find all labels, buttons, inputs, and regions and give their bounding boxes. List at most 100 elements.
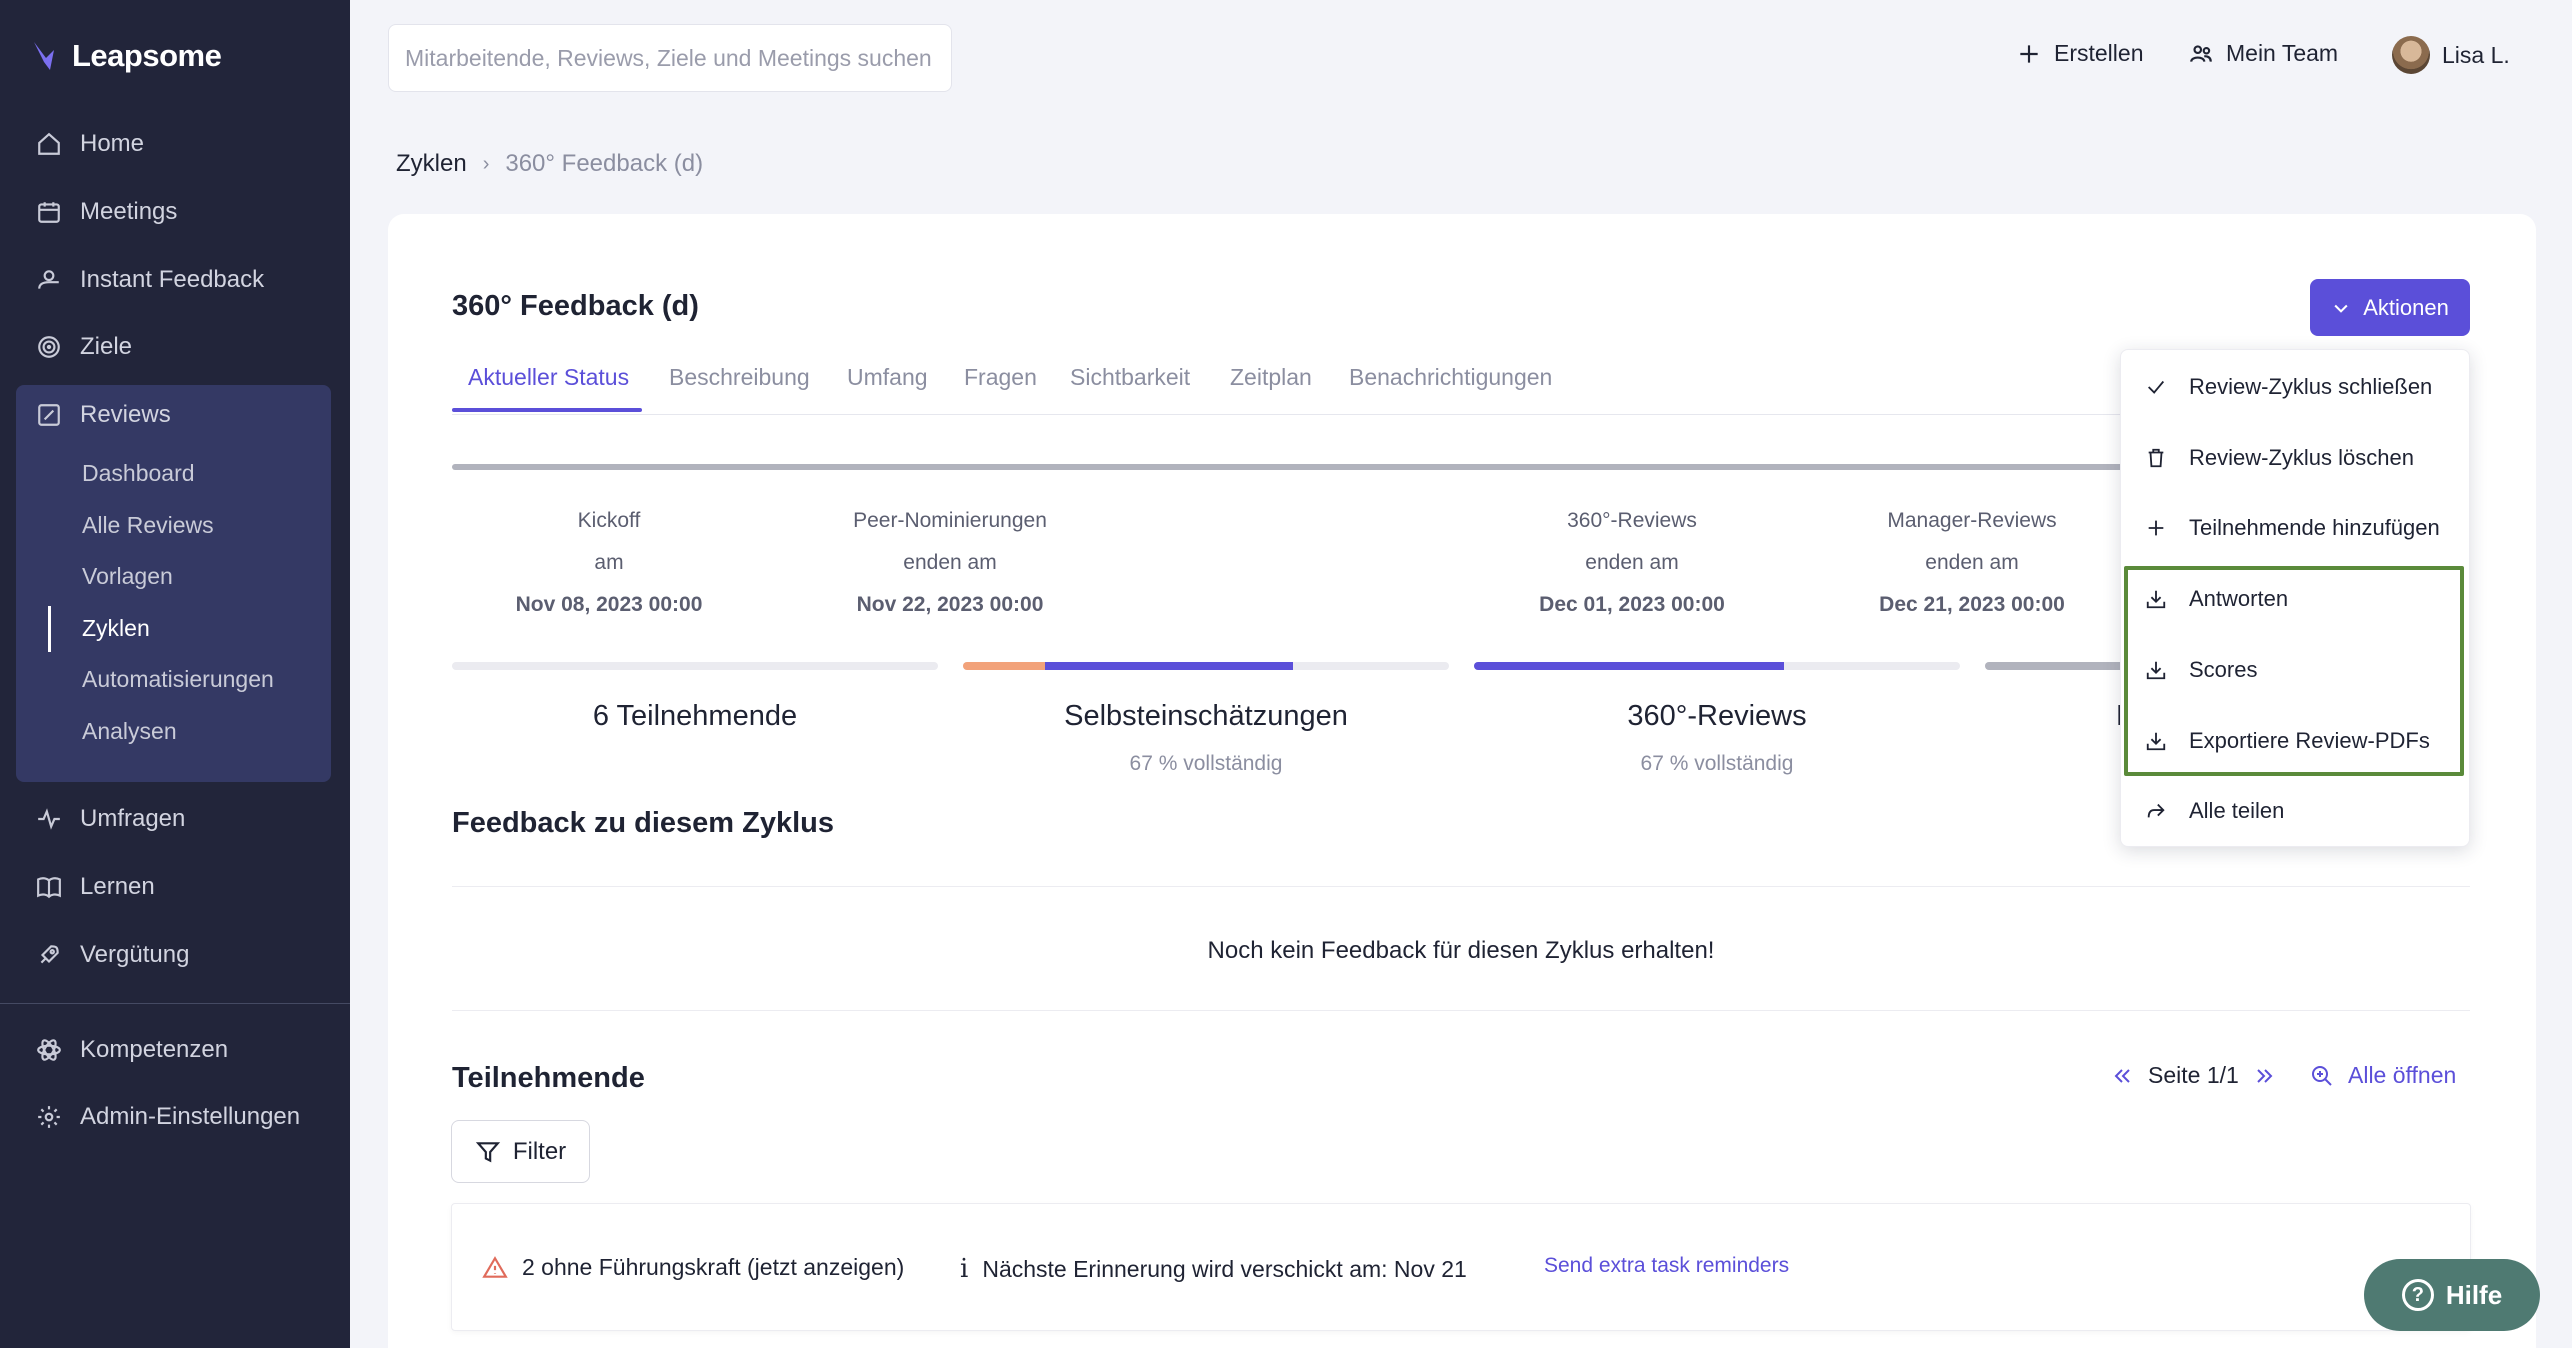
filter-icon	[475, 1141, 500, 1162]
tab-beschreibung[interactable]: Beschreibung	[669, 364, 810, 391]
sidebar-item-lernen[interactable]: Lernen	[36, 873, 155, 901]
milestone-kickoff: Kickoff am Nov 08, 2023 00:00	[515, 509, 703, 616]
timeline-bar	[452, 464, 2132, 470]
question-icon: ?	[2401, 1279, 2434, 1311]
target-icon	[38, 336, 60, 358]
first-page-icon[interactable]	[2110, 1064, 2134, 1088]
tab-umfang[interactable]: Umfang	[847, 364, 928, 391]
sidebar-sub-automatisierungen[interactable]: Automatisierungen	[82, 666, 274, 693]
sidebar-sub-analysen[interactable]: Analysen	[82, 718, 177, 745]
share-icon	[2147, 803, 2165, 818]
tab-aktueller-status[interactable]: Aktueller Status	[468, 364, 629, 391]
home-icon	[38, 132, 60, 155]
divider	[452, 886, 2470, 887]
menu-item-share-all[interactable]: Alle teilen	[2145, 798, 2284, 824]
sidebar-item-ziele[interactable]: Ziele	[36, 333, 132, 361]
menu-item-delete-cycle[interactable]: Review-Zyklus löschen	[2145, 445, 2414, 471]
sidebar-sub-dashboard[interactable]: Dashboard	[82, 460, 195, 487]
calendar-icon	[38, 202, 60, 223]
progress-360-reviews	[1474, 662, 1960, 670]
progress-manager	[1985, 662, 2125, 670]
gear-icon	[38, 1106, 60, 1128]
last-page-icon[interactable]	[2253, 1064, 2277, 1088]
export-options-highlight	[2124, 566, 2464, 776]
user-menu[interactable]: Lisa L.	[2392, 36, 2510, 74]
info-icon: i	[960, 1254, 969, 1284]
sidebar-sub-zyklen[interactable]: Zyklen	[82, 615, 150, 642]
plus-icon	[2148, 520, 2164, 536]
leapsome-logo[interactable]: Leapsome	[32, 38, 222, 74]
help-button[interactable]: ? Hilfe	[2364, 1259, 2540, 1331]
team-icon	[2190, 44, 2212, 62]
sidebar-item-reviews[interactable]: Reviews	[36, 401, 171, 429]
stat-360-reviews-sub: 67 % vollständig	[1640, 752, 1794, 775]
tab-fragen[interactable]: Fragen	[964, 364, 1037, 391]
app-name: Leapsome	[72, 38, 222, 73]
stat-360-reviews: 360°-Reviews	[1627, 700, 1807, 732]
pager: Seite 1/1	[2110, 1062, 2277, 1089]
no-manager-warning[interactable]: 2 ohne Führungskraft (jetzt anzeigen)	[482, 1254, 904, 1281]
my-team-button[interactable]: Mein Team	[2188, 40, 2338, 67]
sidebar-sub-vorlagen[interactable]: Vorlagen	[82, 563, 173, 590]
warning-icon	[482, 1255, 508, 1278]
progress-self-assessments	[963, 662, 1449, 670]
atom-icon	[37, 1039, 61, 1061]
filter-button[interactable]: Filter	[451, 1120, 590, 1183]
zoom-in-icon	[2312, 1065, 2332, 1086]
sidebar-item-admin[interactable]: Admin-Einstellungen	[36, 1103, 300, 1131]
tab-zeitplan[interactable]: Zeitplan	[1230, 364, 1312, 391]
plus-icon	[2020, 44, 2038, 63]
avatar	[2392, 36, 2430, 74]
participants-info-box: 2 ohne Führungskraft (jetzt anzeigen) i …	[451, 1203, 2471, 1331]
reminder-info: i Nächste Erinnerung wird verschickt am:…	[960, 1254, 1467, 1284]
open-all-link[interactable]: Alle öffnen	[2310, 1062, 2456, 1089]
rocket-icon	[40, 945, 59, 964]
active-tab-indicator	[452, 408, 642, 412]
actions-button[interactable]: Aktionen	[2310, 279, 2470, 336]
pulse-icon	[38, 808, 60, 830]
sidebar-item-home[interactable]: Home	[36, 130, 144, 158]
sidebar-divider	[0, 1003, 350, 1004]
sidebar-item-instant-feedback[interactable]: Instant Feedback	[36, 266, 264, 294]
feedback-title: Feedback zu diesem Zyklus	[452, 807, 834, 839]
progress-segment	[963, 662, 1045, 670]
empty-feedback-message: Noch kein Feedback für diesen Zyklus erh…	[1207, 937, 1715, 964]
progress-participants	[452, 662, 938, 670]
tab-sichtbarkeit[interactable]: Sichtbarkeit	[1070, 364, 1190, 391]
stat-participants: 6 Teilnehmende	[592, 700, 798, 732]
participants-title: Teilnehmende	[452, 1062, 645, 1094]
tab-benachrichtigungen[interactable]: Benachrichtigungen	[1349, 364, 1552, 391]
milestone-manager-reviews: Manager-Reviews enden am Dec 21, 2023 00…	[1879, 509, 2065, 616]
progress-segment	[1474, 662, 1784, 670]
edit-icon	[38, 404, 60, 426]
chevron-right-icon: ›	[482, 152, 490, 175]
chevron-down-icon	[2334, 304, 2348, 313]
progress-segment	[1045, 662, 1293, 670]
sidebar-item-meetings[interactable]: Meetings	[36, 198, 177, 226]
milestone-peer-nominations: Peer-Nominierungen enden am Nov 22, 2023…	[853, 509, 1047, 616]
sidebar: Leapsome Home Meetings Instant Feedback …	[0, 0, 350, 1348]
divider	[452, 1010, 2470, 1011]
page-indicator: Seite 1/1	[2148, 1062, 2239, 1088]
breadcrumb: Zyklen › 360° Feedback (d)	[396, 150, 703, 178]
bird-logo-icon	[34, 42, 54, 70]
check-icon	[2148, 380, 2165, 394]
stat-self-assessments: Selbsteinschätzungen	[1064, 700, 1348, 732]
page-title: 360° Feedback (d)	[452, 290, 699, 322]
create-button[interactable]: Erstellen	[2016, 40, 2143, 67]
sidebar-item-verguetung[interactable]: Vergütung	[36, 941, 189, 969]
search-input[interactable]: Mitarbeitende, Reviews, Ziele und Meetin…	[388, 24, 952, 92]
sidebar-item-umfragen[interactable]: Umfragen	[36, 805, 185, 833]
menu-item-close-cycle[interactable]: Review-Zyklus schließen	[2145, 374, 2432, 400]
milestone-360-reviews: 360°-Reviews enden am Dec 01, 2023 00:00	[1539, 509, 1725, 616]
breadcrumb-current: 360° Feedback (d)	[505, 150, 704, 177]
menu-item-add-participants[interactable]: Teilnehmende hinzufügen	[2145, 515, 2440, 541]
stat-self-assessments-sub: 67 % vollständig	[1129, 752, 1283, 775]
feedback-icon	[38, 270, 59, 289]
progress-segment	[1985, 662, 2125, 670]
breadcrumb-root[interactable]: Zyklen	[396, 150, 467, 178]
send-reminders-link[interactable]: Send extra task reminders	[1544, 1254, 1789, 1278]
active-indicator	[48, 606, 51, 652]
sidebar-sub-alle-reviews[interactable]: Alle Reviews	[82, 512, 214, 539]
sidebar-item-kompetenzen[interactable]: Kompetenzen	[36, 1036, 228, 1064]
